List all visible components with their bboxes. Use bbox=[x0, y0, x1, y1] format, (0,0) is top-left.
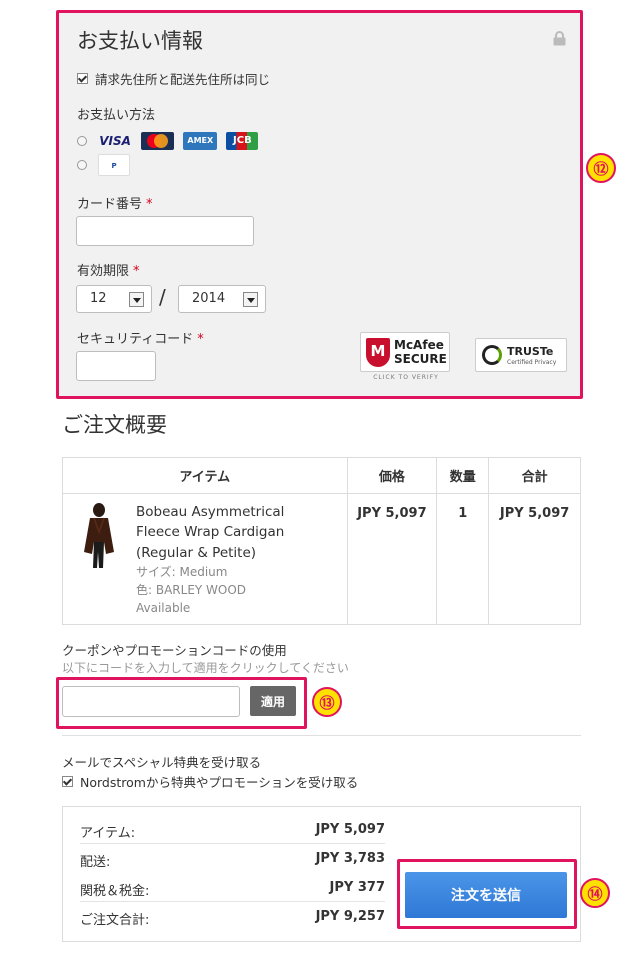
expiry-month-value: 12 bbox=[90, 291, 107, 306]
required-mark: * bbox=[197, 332, 204, 347]
card-radio[interactable] bbox=[77, 135, 87, 146]
mcafee-secure-badge[interactable]: M McAfee SECURE CLICK TO VERIFY bbox=[360, 332, 452, 382]
column-header-item: アイテム bbox=[62, 457, 348, 494]
column-header-total: 合計 bbox=[488, 457, 581, 494]
mcafee-shield-icon: M bbox=[366, 338, 390, 367]
card-number-label-row: カード番号 * bbox=[77, 193, 153, 212]
totals-label: 配送: bbox=[80, 855, 111, 870]
truste-badge[interactable]: TRUSTe Certified Privacy bbox=[475, 338, 567, 372]
order-items-table: アイテム 価格 数量 合計 Bobeau Asymmetrical Fleece… bbox=[62, 457, 581, 625]
payment-method-label: お支払い方法 bbox=[77, 108, 156, 123]
table-row: Bobeau Asymmetrical Fleece Wrap Cardigan… bbox=[62, 493, 581, 625]
mcafee-line2: SECURE bbox=[394, 352, 447, 366]
item-total: JPY 5,097 bbox=[488, 493, 581, 625]
column-header-qty: 数量 bbox=[436, 457, 490, 494]
item-qty: 1 bbox=[436, 493, 490, 625]
security-code-input[interactable] bbox=[76, 351, 156, 381]
totals-row-grand-total: ご注文合計: JPY 9,257 bbox=[80, 909, 385, 928]
product-color: 色: BARLEY WOOD bbox=[136, 582, 247, 597]
product-name-line2[interactable]: Fleece Wrap Cardigan bbox=[136, 522, 284, 542]
amex-logo: AMEX bbox=[183, 131, 218, 150]
required-mark: * bbox=[133, 264, 140, 279]
card-payment-option[interactable]: VISA AMEX JCB bbox=[77, 130, 262, 150]
chevron-down-icon bbox=[129, 292, 144, 307]
paypal-radio[interactable] bbox=[77, 160, 87, 170]
expiry-year-select[interactable]: 2014 bbox=[178, 285, 266, 313]
expiry-label-row: 有効期限 * bbox=[77, 260, 140, 279]
expiry-label: 有効期限 bbox=[77, 264, 130, 279]
newsletter-row[interactable]: Nordstromから特典やプロモーションを受け取る bbox=[62, 772, 358, 791]
coupon-label: クーポンやプロモーションコードの使用 bbox=[62, 643, 287, 658]
coupon-hint: 以下にコードを入力して適用をクリックしてください bbox=[62, 661, 349, 675]
expiry-year-value: 2014 bbox=[192, 291, 226, 306]
submit-order-button[interactable]: 注文を送信 bbox=[405, 872, 567, 918]
product-image[interactable] bbox=[76, 502, 122, 572]
expiry-separator: / bbox=[159, 285, 166, 309]
same-address-label: 請求先住所と配送先住所は同じ bbox=[94, 72, 270, 87]
card-number-label: カード番号 bbox=[77, 197, 143, 212]
callout-14: ⑭ bbox=[580, 878, 610, 908]
totals-label: ご注文合計: bbox=[80, 913, 150, 928]
required-mark: * bbox=[146, 197, 153, 212]
same-address-row[interactable]: 請求先住所と配送先住所は同じ bbox=[77, 69, 270, 88]
security-code-label-row: セキュリティコード * bbox=[77, 328, 204, 347]
truste-name: TRUSTe bbox=[507, 345, 554, 358]
mcafee-caption: CLICK TO VERIFY bbox=[373, 374, 439, 381]
security-code-label: セキュリティコード bbox=[77, 332, 194, 347]
paypal-payment-option[interactable]: P bbox=[77, 154, 134, 176]
product-name-line1[interactable]: Bobeau Asymmetrical bbox=[136, 502, 284, 522]
order-summary-title: ご注文概要 bbox=[62, 413, 167, 437]
callout-12: ⑫ bbox=[586, 153, 616, 183]
totals-row-tax: 関税＆税金: JPY 377 bbox=[80, 880, 385, 899]
item-price: JPY 5,097 bbox=[346, 493, 438, 625]
coupon-input[interactable] bbox=[62, 686, 240, 717]
truste-logo-icon bbox=[482, 345, 502, 365]
newsletter-checkbox-label: Nordstromから特典やプロモーションを受け取る bbox=[79, 775, 359, 790]
apply-coupon-button[interactable]: 適用 bbox=[250, 686, 296, 716]
truste-caption: Certified Privacy bbox=[507, 359, 557, 366]
payment-title: お支払い情報 bbox=[77, 29, 203, 53]
same-address-checkbox[interactable] bbox=[77, 73, 88, 84]
totals-label: 関税＆税金: bbox=[80, 884, 150, 899]
newsletter-title: メールでスペシャル特典を受け取る bbox=[62, 755, 262, 770]
paypal-logo: P bbox=[98, 154, 131, 176]
product-name-line3[interactable]: (Regular & Petite) bbox=[136, 543, 284, 563]
divider bbox=[62, 735, 581, 736]
chevron-down-icon bbox=[243, 292, 258, 307]
item-cell: Bobeau Asymmetrical Fleece Wrap Cardigan… bbox=[62, 493, 348, 625]
product-size: サイズ: Medium bbox=[136, 564, 228, 579]
product-availability: Available bbox=[136, 600, 191, 615]
jcb-logo: JCB bbox=[226, 131, 259, 150]
newsletter-checkbox[interactable] bbox=[62, 776, 73, 787]
visa-logo: VISA bbox=[99, 133, 131, 148]
totals-row-items: アイテム: JPY 5,097 bbox=[80, 822, 385, 841]
mastercard-logo bbox=[141, 131, 175, 150]
totals-label: アイテム: bbox=[80, 826, 136, 841]
totals-value: JPY 3,783 bbox=[315, 851, 385, 866]
column-header-price: 価格 bbox=[346, 457, 438, 494]
payment-info-panel: お支払い情報 請求先住所と配送先住所は同じ お支払い方法 VISA AMEX J… bbox=[59, 13, 580, 396]
callout-13: ⑬ bbox=[312, 687, 342, 717]
expiry-month-select[interactable]: 12 bbox=[76, 285, 152, 313]
totals-row-shipping: 配送: JPY 3,783 bbox=[80, 851, 385, 870]
card-number-input[interactable] bbox=[76, 216, 254, 246]
totals-value: JPY 9,257 bbox=[315, 909, 385, 924]
divider bbox=[80, 901, 385, 902]
totals-value: JPY 377 bbox=[329, 880, 385, 895]
divider bbox=[80, 843, 385, 844]
mcafee-line1: McAfee bbox=[394, 338, 444, 352]
lock-icon bbox=[553, 31, 566, 46]
totals-value: JPY 5,097 bbox=[315, 822, 385, 837]
